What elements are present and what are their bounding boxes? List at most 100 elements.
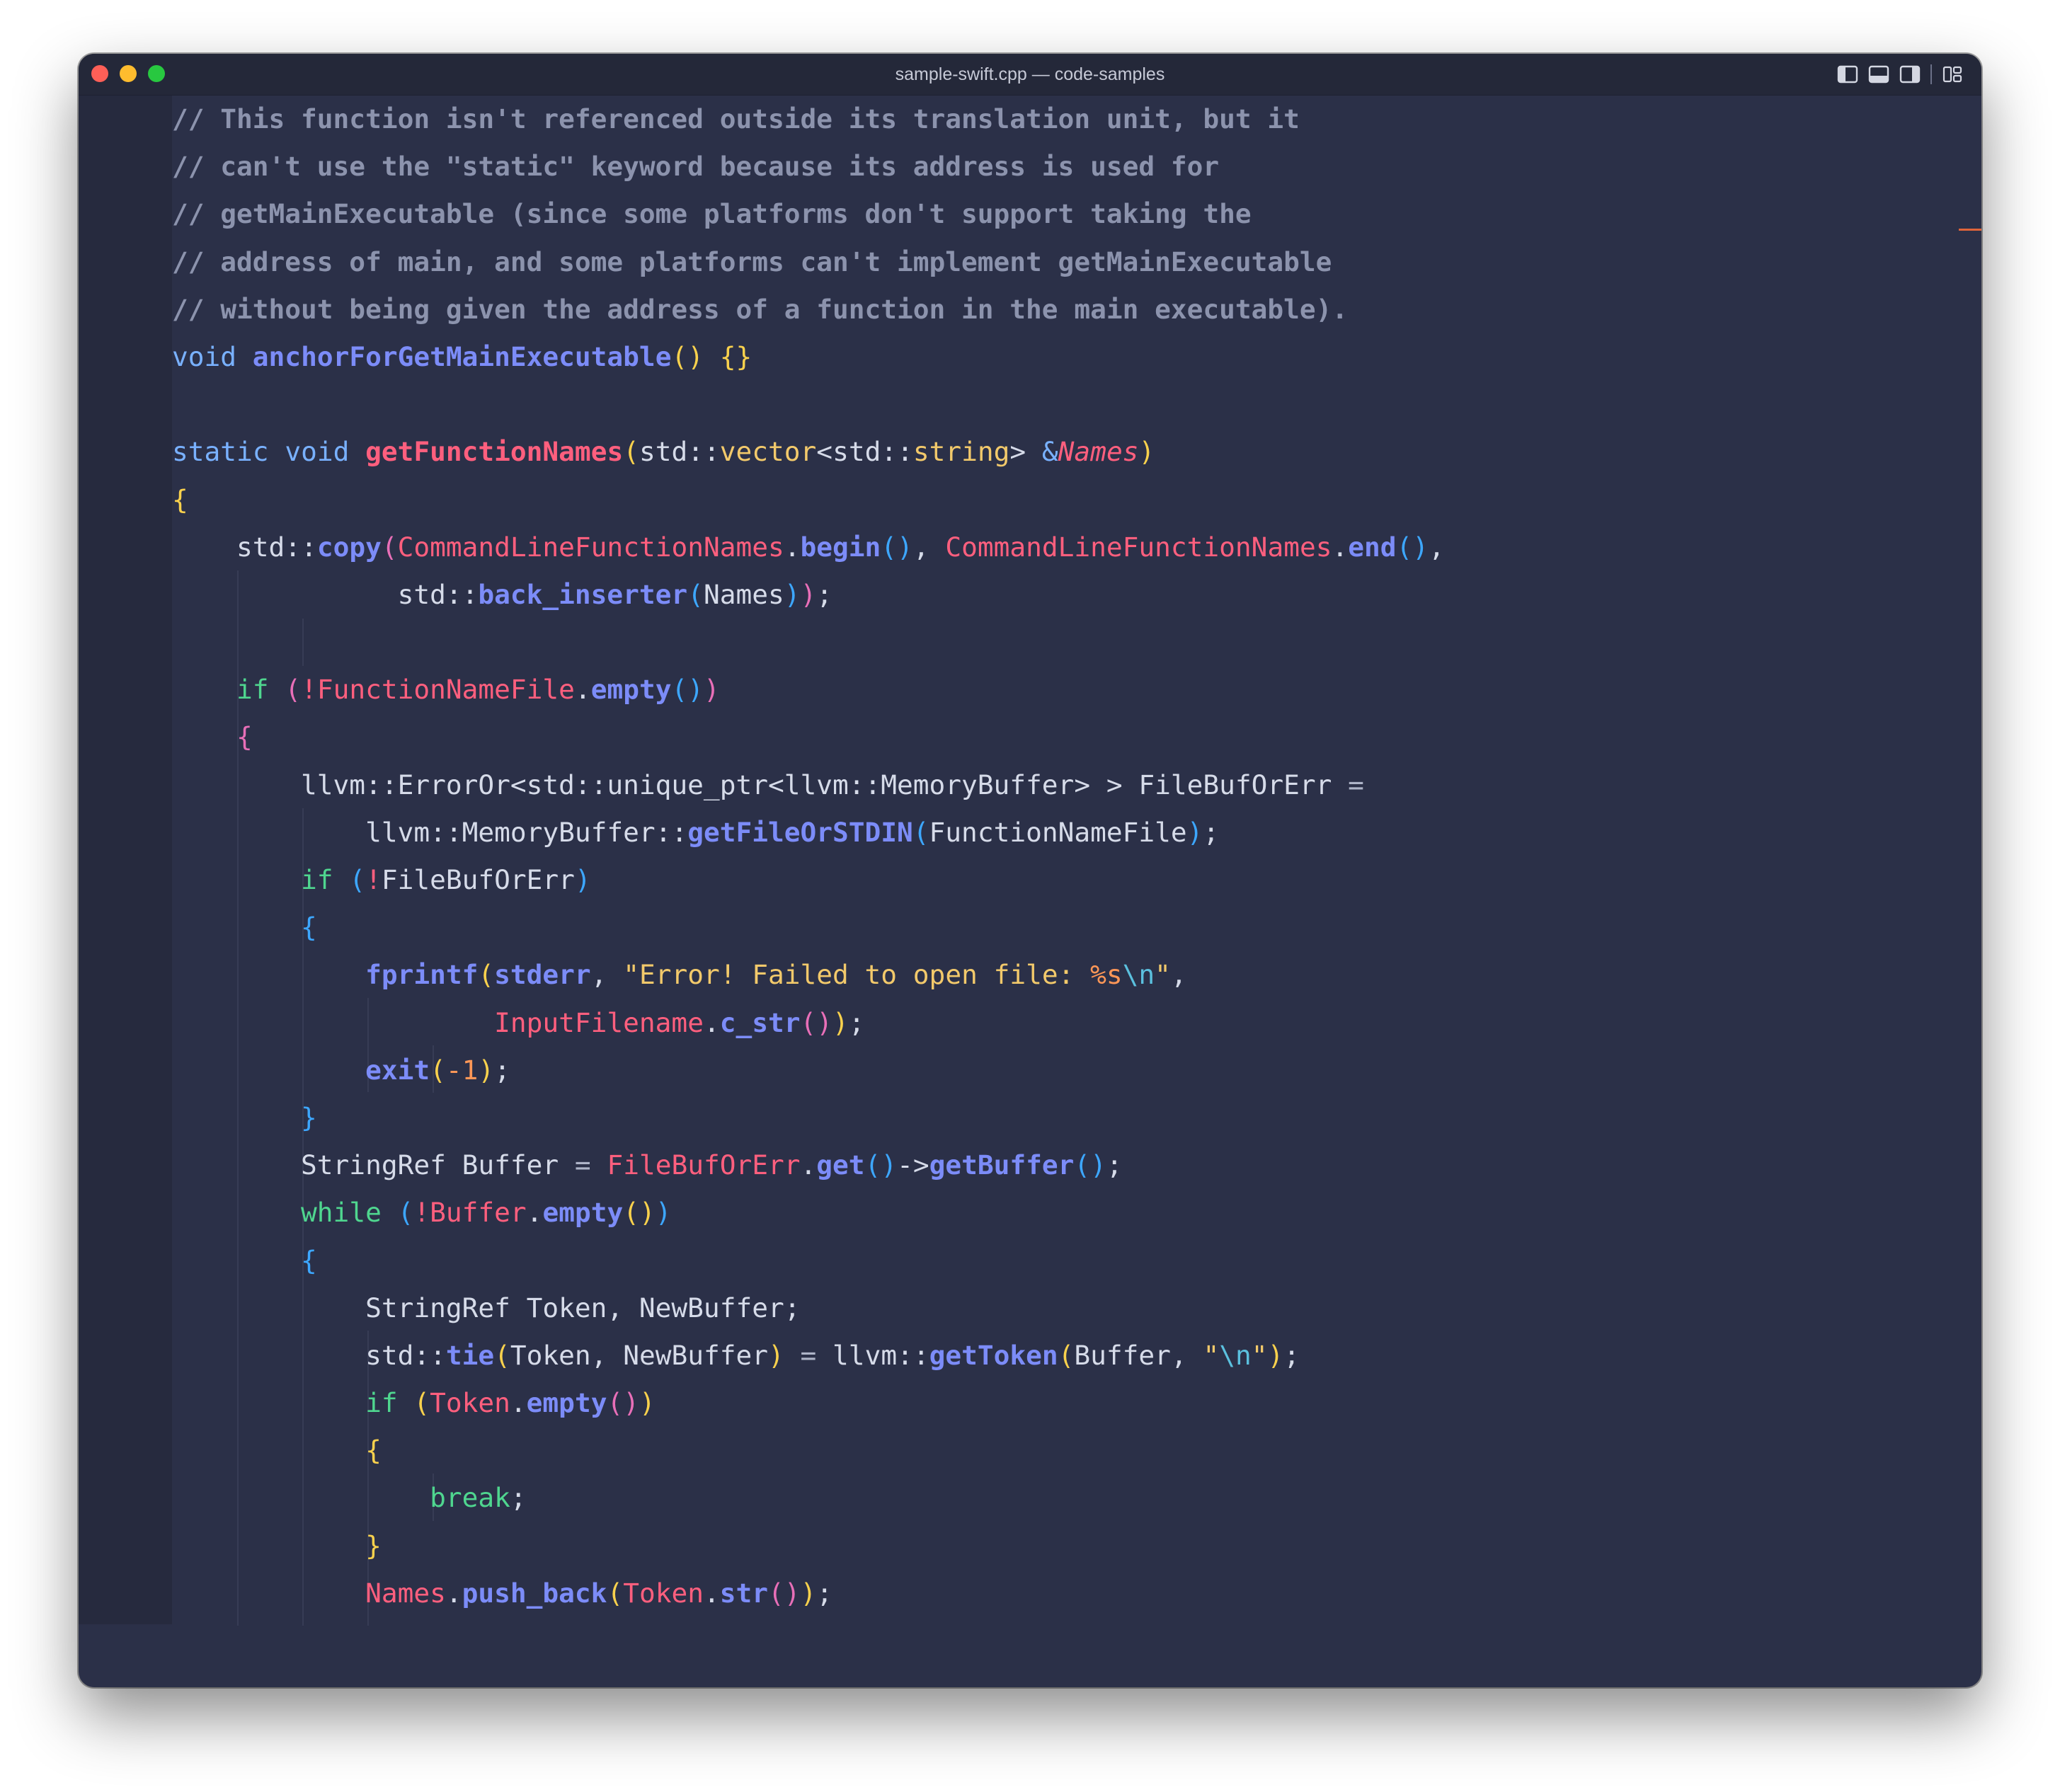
code-token: Token bbox=[623, 1577, 704, 1609]
code-line[interactable]: { bbox=[172, 1427, 1445, 1474]
code-token: () bbox=[671, 340, 704, 372]
code-token: ) bbox=[784, 578, 801, 610]
code-line[interactable]: Names.push_back(Token.str()); bbox=[172, 1570, 1445, 1617]
code-token: exit bbox=[365, 1054, 430, 1086]
code-token: get bbox=[816, 1149, 865, 1181]
code-token: ) bbox=[800, 1577, 817, 1609]
code-token: Token, NewBuffer bbox=[510, 1339, 768, 1371]
code-token: back_inserter bbox=[478, 578, 688, 610]
code-token: () bbox=[768, 1577, 801, 1609]
code-line[interactable]: // address of main, and some platforms c… bbox=[172, 239, 1445, 286]
code-token: ( bbox=[285, 674, 302, 706]
code-token: tie bbox=[445, 1339, 495, 1371]
code-token: FunctionNameFile bbox=[929, 816, 1187, 848]
code-token: {} bbox=[719, 340, 753, 372]
code-token: = bbox=[574, 1149, 591, 1181]
code-token: FileBufOrErr bbox=[381, 864, 575, 895]
code-token: std:: bbox=[639, 436, 720, 468]
code-token: () bbox=[671, 674, 704, 706]
code-token: Names bbox=[365, 1577, 446, 1609]
code-line[interactable]: static void getFunctionNames(std::vector… bbox=[172, 428, 1445, 476]
code-line[interactable]: exit(-1); bbox=[172, 1047, 1445, 1094]
code-token: ; bbox=[848, 1006, 865, 1038]
code-token: -> bbox=[897, 1149, 929, 1181]
code-line[interactable]: InputFilename.c_str()); bbox=[172, 999, 1445, 1047]
code-token: if bbox=[365, 1387, 398, 1419]
code-line[interactable]: StringRef Buffer = FileBufOrErr.get()->g… bbox=[172, 1142, 1445, 1189]
code-line[interactable]: // This function isn't referenced outsid… bbox=[172, 96, 1445, 143]
code-line[interactable]: // getMainExecutable (since some platfor… bbox=[172, 190, 1445, 238]
code-token: str bbox=[719, 1577, 769, 1609]
code-token: ) bbox=[800, 578, 817, 610]
code-token: , bbox=[590, 959, 624, 991]
code-line[interactable]: break; bbox=[172, 1474, 1445, 1522]
code-line[interactable] bbox=[172, 619, 1445, 666]
code-token: ; bbox=[816, 1577, 833, 1609]
code-token: " bbox=[1203, 1339, 1220, 1371]
title-bar[interactable]: sample-swift.cpp — code-samples bbox=[79, 54, 1981, 96]
code-line[interactable]: } bbox=[172, 1522, 1445, 1570]
code-line[interactable]: if (Token.empty()) bbox=[172, 1379, 1445, 1427]
code-editor[interactable]: // This function isn't referenced outsid… bbox=[79, 96, 1981, 1687]
code-line[interactable]: { bbox=[172, 1237, 1445, 1285]
customize-layout-icon[interactable] bbox=[1942, 65, 1963, 84]
code-token: ( bbox=[623, 436, 639, 468]
code-token: ( bbox=[413, 1387, 430, 1419]
code-line[interactable]: if (!FileBufOrErr) bbox=[172, 856, 1445, 904]
code-token: Names bbox=[703, 578, 784, 610]
code-line[interactable] bbox=[172, 381, 1445, 428]
code-line[interactable]: { bbox=[172, 476, 1445, 524]
code-token: ) bbox=[704, 674, 720, 706]
code-token: // address of main, and some platforms c… bbox=[172, 246, 1332, 277]
code-token: ! bbox=[301, 674, 317, 706]
code-token: getBuffer bbox=[929, 1149, 1075, 1181]
code-token: { bbox=[172, 483, 188, 515]
code-token: , bbox=[912, 531, 946, 563]
code-token: ) bbox=[655, 1197, 672, 1229]
code-line[interactable]: llvm::MemoryBuffer::getFileOrSTDIN(Funct… bbox=[172, 809, 1445, 856]
code-token: getFileOrSTDIN bbox=[687, 816, 913, 848]
code-content[interactable]: // This function isn't referenced outsid… bbox=[172, 96, 1445, 1617]
code-line[interactable]: std::copy(CommandLineFunctionNames.begin… bbox=[172, 524, 1445, 571]
code-token: ( bbox=[349, 864, 366, 895]
code-token: begin bbox=[800, 531, 881, 563]
code-token: anchorForGetMainExecutable bbox=[252, 340, 672, 372]
code-token: = bbox=[1348, 769, 1364, 800]
code-token: getFunctionNames bbox=[365, 436, 624, 468]
code-line[interactable]: if (!FunctionNameFile.empty()) bbox=[172, 666, 1445, 713]
code-token: std:: bbox=[172, 578, 479, 610]
code-line[interactable]: { bbox=[172, 713, 1445, 761]
code-line[interactable]: llvm::ErrorOr<std::unique_ptr<llvm::Memo… bbox=[172, 762, 1445, 809]
code-token: < bbox=[816, 436, 833, 468]
sidebar-right-icon[interactable] bbox=[1899, 65, 1921, 84]
code-token: fprintf bbox=[365, 959, 479, 991]
code-token: . bbox=[526, 1197, 543, 1229]
code-token: " bbox=[1251, 1339, 1268, 1371]
code-token: . bbox=[703, 1006, 720, 1038]
code-line[interactable]: std::tie(Token, NewBuffer) = llvm::getTo… bbox=[172, 1332, 1445, 1379]
sidebar-left-icon[interactable] bbox=[1837, 65, 1858, 84]
code-token: ( bbox=[494, 1339, 510, 1371]
code-line[interactable]: while (!Buffer.empty()) bbox=[172, 1189, 1445, 1236]
code-token: %s bbox=[1090, 959, 1123, 991]
code-line[interactable]: StringRef Token, NewBuffer; bbox=[172, 1285, 1445, 1332]
code-line[interactable]: void anchorForGetMainExecutable() {} bbox=[172, 333, 1445, 381]
code-line[interactable]: } bbox=[172, 1094, 1445, 1142]
code-token: " bbox=[1155, 959, 1171, 991]
code-line[interactable]: std::back_inserter(Names)); bbox=[172, 571, 1445, 619]
code-token: { bbox=[365, 1435, 382, 1466]
panel-bottom-icon[interactable] bbox=[1868, 65, 1889, 84]
code-line[interactable]: // without being given the address of a … bbox=[172, 286, 1445, 333]
code-line[interactable]: { bbox=[172, 904, 1445, 951]
code-token: ; bbox=[494, 1054, 510, 1086]
editor-window: sample-swift.cpp — code-samples // This … bbox=[79, 54, 1981, 1687]
code-line[interactable]: // can't use the "static" keyword becaus… bbox=[172, 143, 1445, 190]
code-token: ( bbox=[397, 1197, 414, 1229]
code-token: StringRef Buffer bbox=[172, 1149, 575, 1181]
code-line[interactable]: fprintf(stderr, "Error! Failed to open f… bbox=[172, 951, 1445, 999]
